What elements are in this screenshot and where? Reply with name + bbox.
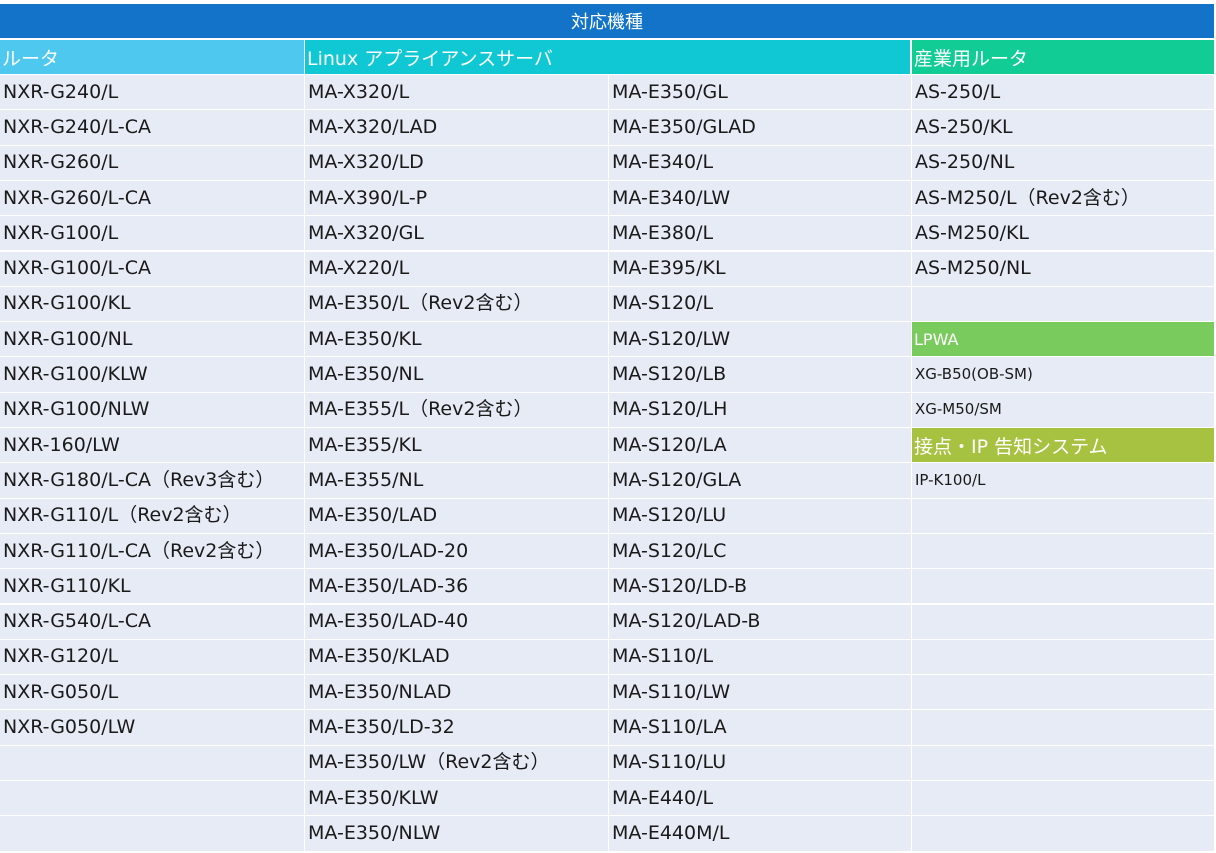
router-model-cell: NXR-G100/NL bbox=[0, 322, 304, 357]
empty-cell bbox=[912, 604, 1214, 639]
linux-server-model-cell: MA-X220/L bbox=[305, 251, 608, 286]
linux-server-model-cell: MA-E440M/L bbox=[609, 816, 911, 851]
linux-server-model-cell: MA-E350/LW（Rev2含む） bbox=[305, 745, 608, 780]
linux-server-model-cell: MA-E350/NL bbox=[305, 357, 608, 392]
linux-server-model-cell: MA-E440/L bbox=[609, 781, 911, 816]
linux-server-model-cell: MA-X320/LD bbox=[305, 145, 608, 180]
linux-server-model-cell: MA-S120/L bbox=[609, 286, 911, 322]
linux-server-model-cell: MA-S120/LD-B bbox=[609, 569, 911, 604]
linux-server-header: Linux アプライアンスサーバ bbox=[305, 40, 910, 74]
contact-ip-header: 接点・IP 告知システム bbox=[912, 428, 1214, 463]
linux-server-model-cell: MA-S120/LC bbox=[609, 533, 911, 569]
industrial-router-model-cell: AS-M250/NL bbox=[912, 251, 1214, 286]
linux-server-model-cell: MA-X320/GL bbox=[305, 216, 608, 251]
router-model-cell: NXR-G100/KLW bbox=[0, 357, 304, 392]
linux-server-model-cell: MA-S120/LU bbox=[609, 498, 911, 533]
linux-server-model-cell: MA-E395/KL bbox=[609, 251, 911, 286]
empty-cell bbox=[912, 286, 1214, 322]
router-model-cell: NXR-G540/L-CA bbox=[0, 604, 304, 639]
router-model-cell: NXR-G260/L-CA bbox=[0, 180, 304, 216]
router-model-cell: NXR-G120/L bbox=[0, 639, 304, 675]
empty-cell bbox=[912, 675, 1214, 710]
industrial-router-model-cell: AS-250/KL bbox=[912, 110, 1214, 145]
linux-server-model-cell: MA-X320/LAD bbox=[305, 110, 608, 145]
router-model-cell: NXR-G050/L bbox=[0, 675, 304, 710]
linux-server-model-cell: MA-E350/KL bbox=[305, 322, 608, 357]
linux-server-model-cell: MA-E380/L bbox=[609, 216, 911, 251]
linux-server-model-cell: MA-S110/LU bbox=[609, 745, 911, 780]
contact-ip-model-cell: IP-K100/L bbox=[912, 463, 1214, 498]
router-model-cell: NXR-G110/L-CA（Rev2含む） bbox=[0, 533, 304, 569]
linux-server-model-cell: MA-E350/KLAD bbox=[305, 639, 608, 675]
linux-server-model-cell: MA-E350/NLW bbox=[305, 816, 608, 851]
linux-server-model-cell: MA-E355/KL bbox=[305, 428, 608, 463]
linux-server-model-cell: MA-E350/GLAD bbox=[609, 110, 911, 145]
industrial-router-model-cell: AS-250/NL bbox=[912, 145, 1214, 180]
industrial-router-model-cell: AS-M250/L（Rev2含む） bbox=[912, 180, 1214, 216]
router-model-cell: NXR-G100/KL bbox=[0, 286, 304, 322]
linux-server-model-cell: MA-S120/LH bbox=[609, 392, 911, 427]
lpwa-header: LPWA bbox=[912, 322, 1214, 357]
router-model-cell: NXR-G180/L-CA（Rev3含む） bbox=[0, 463, 304, 498]
linux-server-model-cell: MA-X320/L bbox=[305, 75, 608, 110]
lpwa-model-cell: XG-B50(OB-SM) bbox=[912, 357, 1214, 392]
industrial-router-model-cell: AS-250/L bbox=[912, 75, 1214, 110]
empty-cell bbox=[912, 498, 1214, 533]
linux-server-model-cell: MA-E355/NL bbox=[305, 463, 608, 498]
linux-server-model-cell: MA-E350/LAD bbox=[305, 498, 608, 533]
linux-server-model-cell: MA-E350/LAD-20 bbox=[305, 533, 608, 569]
linux-server-model-cell: MA-E350/KLW bbox=[305, 781, 608, 816]
linux-server-model-cell: MA-S120/LB bbox=[609, 357, 911, 392]
empty-cell bbox=[912, 781, 1214, 816]
linux-server-model-cell: MA-E350/NLAD bbox=[305, 675, 608, 710]
empty-cell bbox=[912, 816, 1214, 851]
router-model-cell: NXR-160/LW bbox=[0, 428, 304, 463]
lpwa-model-cell: XG-M50/SM bbox=[912, 392, 1214, 427]
linux-server-model-cell: MA-E340/L bbox=[609, 145, 911, 180]
empty-cell bbox=[912, 710, 1214, 745]
empty-cell bbox=[912, 745, 1214, 780]
empty-cell bbox=[0, 745, 304, 780]
router-header: ルータ bbox=[0, 40, 304, 74]
linux-server-model-cell: MA-E340/LW bbox=[609, 180, 911, 216]
linux-server-model-cell: MA-E350/GL bbox=[609, 75, 911, 110]
linux-server-model-cell: MA-E350/LD-32 bbox=[305, 710, 608, 745]
router-model-cell: NXR-G110/KL bbox=[0, 569, 304, 604]
linux-server-model-cell: MA-E355/L（Rev2含む） bbox=[305, 392, 608, 427]
industrial-router-model-cell: AS-M250/KL bbox=[912, 216, 1214, 251]
linux-server-model-cell: MA-S120/LAD-B bbox=[609, 604, 911, 639]
linux-server-model-cell: MA-E350/L（Rev2含む） bbox=[305, 286, 608, 322]
linux-server-model-cell: MA-S110/LW bbox=[609, 675, 911, 710]
router-model-cell: NXR-G240/L-CA bbox=[0, 110, 304, 145]
router-model-cell: NXR-G240/L bbox=[0, 75, 304, 110]
empty-cell bbox=[912, 639, 1214, 675]
router-model-cell: NXR-G100/L-CA bbox=[0, 251, 304, 286]
linux-server-model-cell: MA-E350/LAD-36 bbox=[305, 569, 608, 604]
router-model-cell: NXR-G100/L bbox=[0, 216, 304, 251]
empty-cell bbox=[912, 533, 1214, 569]
empty-cell bbox=[0, 816, 304, 851]
empty-cell bbox=[0, 781, 304, 816]
table-title: 対応機種 bbox=[0, 4, 1214, 38]
linux-server-model-cell: MA-S120/LA bbox=[609, 428, 911, 463]
router-model-cell: NXR-G110/L（Rev2含む） bbox=[0, 498, 304, 533]
linux-server-model-cell: MA-S120/LW bbox=[609, 322, 911, 357]
linux-server-model-cell: MA-S110/L bbox=[609, 639, 911, 675]
compatible-models-table: 対応機種 ルータ Linux アプライアンスサーバ 産業用ルータ LPWA 接点… bbox=[0, 0, 1216, 853]
linux-server-model-cell: MA-S120/GLA bbox=[609, 463, 911, 498]
linux-server-model-cell: MA-S110/LA bbox=[609, 710, 911, 745]
router-model-cell: NXR-G260/L bbox=[0, 145, 304, 180]
industrial-router-header: 産業用ルータ bbox=[912, 40, 1214, 74]
router-model-cell: NXR-G050/LW bbox=[0, 710, 304, 745]
linux-server-model-cell: MA-X390/L-P bbox=[305, 180, 608, 216]
router-model-cell: NXR-G100/NLW bbox=[0, 392, 304, 427]
linux-server-model-cell: MA-E350/LAD-40 bbox=[305, 604, 608, 639]
empty-cell bbox=[912, 569, 1214, 604]
